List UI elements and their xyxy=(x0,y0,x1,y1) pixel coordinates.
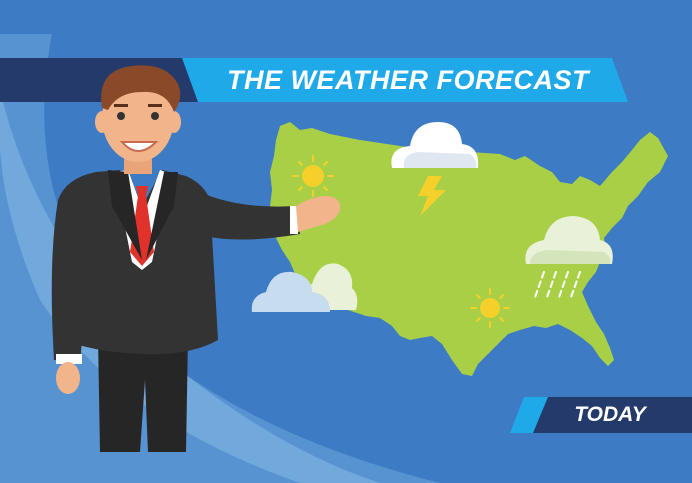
title-banner: THE WEATHER FORECAST xyxy=(227,64,589,95)
weather-forecast-scene: THE WEATHER FORECAST TODAY xyxy=(0,0,692,483)
storm-cloud-icon xyxy=(391,122,479,168)
sun-icon xyxy=(292,155,334,197)
today-banner: TODAY xyxy=(574,403,646,426)
sun-icon xyxy=(470,288,510,328)
